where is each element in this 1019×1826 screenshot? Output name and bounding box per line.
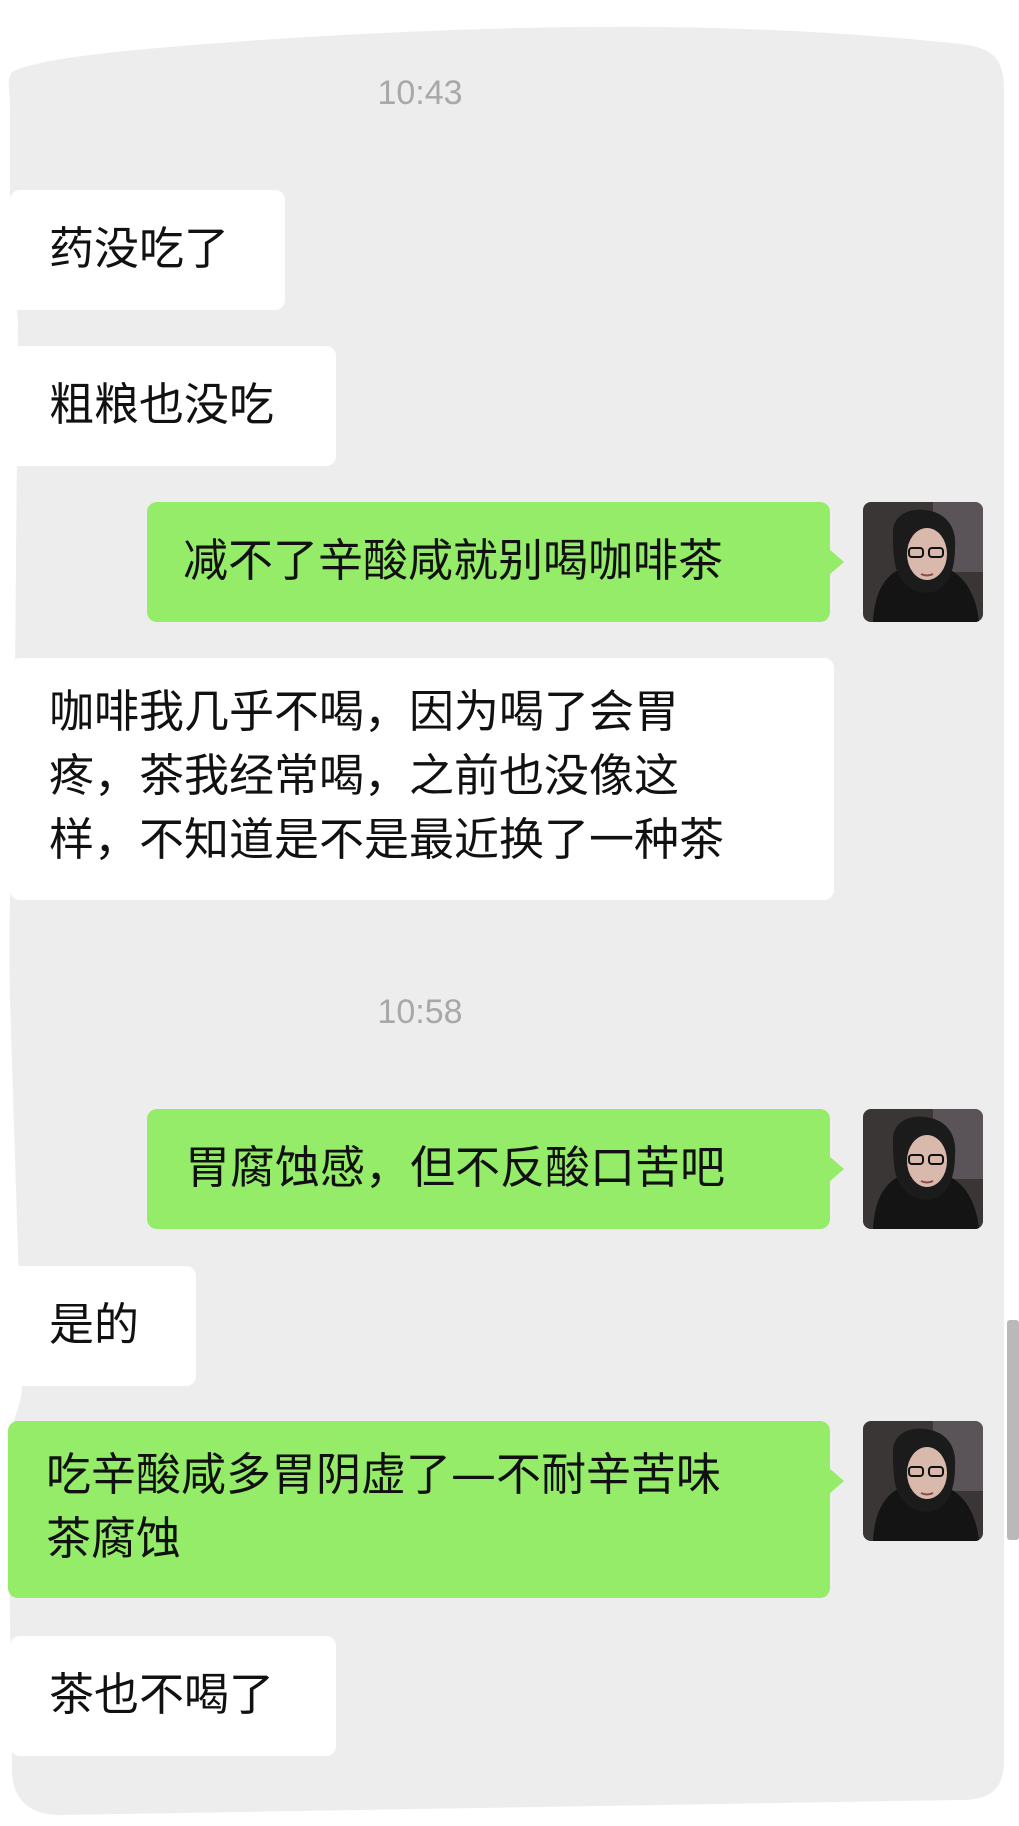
incoming-message-bubble[interactable]: 茶也不喝了 xyxy=(10,1636,336,1756)
timestamp: 10:58 xyxy=(377,993,463,1031)
chat-message-area[interactable]: 10:43 药没吃了 粗粮也没吃 减不了辛酸咸就别喝咖啡茶 咖啡我几乎不喝，因为… xyxy=(0,0,1019,1826)
outgoing-message-bubble[interactable]: 减不了辛酸咸就别喝咖啡茶 xyxy=(147,502,844,622)
incoming-message-bubble[interactable]: 药没吃了 xyxy=(10,190,285,310)
scrollbar-thumb[interactable] xyxy=(1007,1320,1019,1540)
user-avatar-image xyxy=(863,1109,983,1229)
incoming-message-bubble[interactable]: 粗粮也没吃 xyxy=(10,346,336,466)
user-avatar-image xyxy=(863,1421,983,1541)
outgoing-message-bubble[interactable]: 胃腐蚀感，但不反酸口苦吧 xyxy=(147,1109,844,1229)
outgoing-message-bubble[interactable]: 吃辛酸咸多胃阴虚了—不耐辛苦味 茶腐蚀 xyxy=(8,1421,844,1598)
user-avatar[interactable] xyxy=(863,1421,983,1541)
incoming-message-bubble[interactable]: 是的 xyxy=(0,1266,196,1386)
timestamp: 10:43 xyxy=(377,74,463,112)
user-avatar[interactable] xyxy=(863,502,983,622)
user-avatar-image xyxy=(863,502,983,622)
user-avatar[interactable] xyxy=(863,1109,983,1229)
incoming-message-bubble[interactable]: 咖啡我几乎不喝，因为喝了会胃 疼，茶我经常喝，之前也没像这 样，不知道是不是最近… xyxy=(10,658,834,900)
